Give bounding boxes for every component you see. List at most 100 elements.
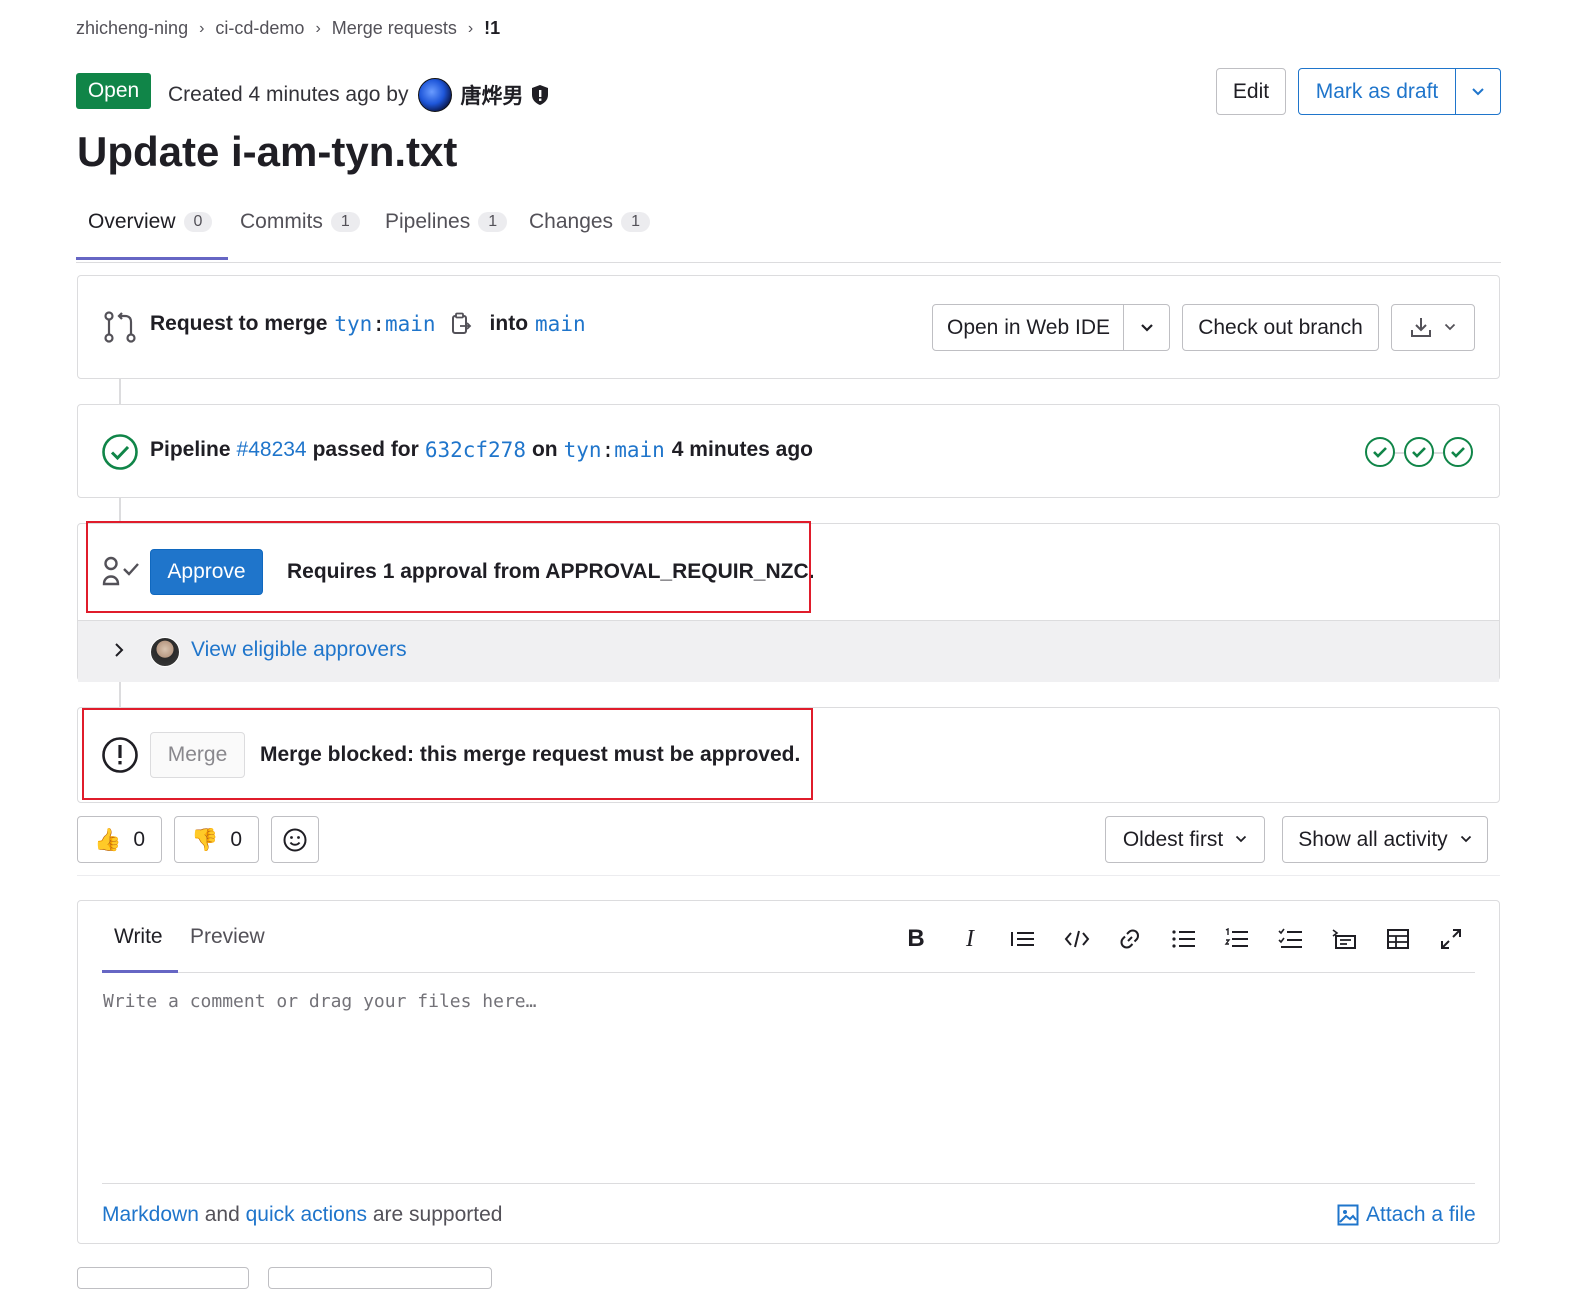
- fullscreen-icon[interactable]: [1437, 925, 1465, 953]
- tab-overview-count: 0: [183, 212, 213, 232]
- supported-text: are supported: [372, 1203, 503, 1226]
- open-web-ide-button[interactable]: Open in Web IDE: [932, 304, 1125, 351]
- status-success-icon[interactable]: [101, 433, 139, 471]
- chevron-right-icon[interactable]: [113, 642, 125, 658]
- add-reaction-button[interactable]: [271, 816, 319, 863]
- pipeline-branch-link[interactable]: main: [614, 438, 665, 462]
- mr-tabs: Overview 0 Commits 1 Pipelines 1 Changes…: [76, 200, 1501, 263]
- author-link[interactable]: 唐烨男: [460, 80, 523, 110]
- pipeline-stage-success-icon[interactable]: [1443, 437, 1473, 467]
- page-title: Update i-am-tyn.txt: [77, 128, 458, 175]
- breadcrumb-merge-requests[interactable]: Merge requests: [332, 18, 457, 39]
- table-icon[interactable]: [1384, 925, 1412, 953]
- commit-sha-link[interactable]: 632cf278: [425, 438, 526, 462]
- source-namespace-link[interactable]: tyn: [334, 312, 372, 336]
- pipeline-id-link[interactable]: #48234: [237, 438, 307, 462]
- tab-overview[interactable]: Overview 0: [88, 210, 213, 234]
- editor-footer-divider: [102, 1183, 1475, 1184]
- sort-dropdown-label: Oldest first: [1122, 827, 1224, 851]
- breadcrumb-project[interactable]: ci-cd-demo: [215, 18, 304, 39]
- tab-changes-label: Changes: [529, 210, 614, 233]
- quick-actions-link[interactable]: quick actions: [246, 1203, 367, 1226]
- activity-filter-label: Show all activity: [1298, 827, 1448, 851]
- bullet-list-icon[interactable]: [1170, 925, 1198, 953]
- attach-file-button[interactable]: Attach a file: [1337, 1203, 1476, 1227]
- close-merge-request-button[interactable]: [268, 1267, 492, 1289]
- markdown-link[interactable]: Markdown: [102, 1203, 199, 1226]
- tab-commits-count: 1: [330, 212, 360, 232]
- download-dropdown-button[interactable]: [1391, 304, 1475, 351]
- collapsible-section-icon[interactable]: [1330, 925, 1358, 953]
- view-eligible-approvers-link[interactable]: View eligible approvers: [191, 638, 407, 662]
- numbered-list-icon[interactable]: [1223, 925, 1251, 953]
- tab-commits[interactable]: Commits 1: [240, 210, 360, 234]
- pipeline-on: on: [531, 438, 558, 461]
- web-ide-dropdown-button[interactable]: [1123, 304, 1170, 351]
- attach-file-label: Attach a file: [1366, 1203, 1476, 1226]
- tab-pipelines-label: Pipelines: [385, 210, 471, 233]
- tab-write[interactable]: Write: [114, 925, 163, 949]
- thumbs-up-count: 0: [133, 827, 146, 851]
- chevron-down-icon: [1236, 835, 1247, 843]
- check-icon: [1373, 447, 1387, 458]
- thumbs-up-button[interactable]: 👍 0: [77, 816, 162, 863]
- merge-into: into: [489, 312, 529, 335]
- markdown-support-note: Markdown and quick actions are supported: [102, 1203, 502, 1227]
- italic-icon[interactable]: I: [956, 925, 984, 953]
- pipeline-label: Pipeline: [150, 438, 231, 461]
- chevron-right-icon: ›: [315, 19, 321, 37]
- chevron-down-icon: [1140, 323, 1153, 332]
- pipeline-passed-for: passed for: [312, 438, 419, 461]
- chevron-down-icon: [1444, 323, 1456, 331]
- widget-connector: [119, 497, 121, 524]
- shield-icon: [532, 85, 549, 105]
- target-branch-link[interactable]: main: [535, 312, 586, 336]
- active-tab-indicator: [76, 257, 228, 260]
- check-out-branch-button[interactable]: Check out branch: [1182, 304, 1379, 351]
- link-icon[interactable]: [1116, 925, 1144, 953]
- tab-preview[interactable]: Preview: [190, 925, 265, 949]
- chevron-right-icon: ›: [467, 19, 474, 37]
- mark-as-draft-button[interactable]: Mark as draft: [1298, 68, 1456, 115]
- chevron-right-icon: ›: [199, 19, 205, 37]
- approver-avatar[interactable]: [150, 637, 180, 667]
- download-icon: [1411, 317, 1431, 337]
- edit-button[interactable]: Edit: [1216, 68, 1286, 115]
- chevron-down-icon: [1472, 87, 1484, 95]
- comment-textarea[interactable]: Write a comment or drag your files here…: [103, 991, 536, 1012]
- tab-commits-label: Commits: [240, 210, 323, 233]
- breadcrumb: zhicheng-ning › ci-cd-demo › Merge reque…: [76, 18, 500, 39]
- pipeline-stage-success-icon[interactable]: [1365, 437, 1395, 467]
- comment-button[interactable]: [77, 1267, 249, 1289]
- bold-icon[interactable]: B: [902, 925, 930, 953]
- pipeline-time: 4 minutes ago: [671, 438, 813, 461]
- merge-request-icon: [104, 311, 136, 343]
- draft-dropdown-button[interactable]: [1455, 68, 1501, 115]
- tab-overview-label: Overview: [88, 210, 176, 233]
- status-badge: Open: [76, 73, 151, 109]
- copy-icon[interactable]: [450, 312, 472, 336]
- write-tab-indicator: [102, 970, 178, 973]
- breadcrumb-user[interactable]: zhicheng-ning: [76, 18, 188, 39]
- thumbs-down-count: 0: [230, 827, 243, 851]
- tab-changes[interactable]: Changes 1: [529, 210, 650, 234]
- pipeline-namespace-link[interactable]: tyn: [564, 438, 602, 462]
- image-icon: [1337, 1204, 1359, 1226]
- pipeline-status-text: Pipeline #48234 passed for 632cf278 on t…: [150, 438, 813, 462]
- pipeline-stage-success-icon[interactable]: [1404, 437, 1434, 467]
- avatar[interactable]: [418, 78, 453, 112]
- tab-pipelines[interactable]: Pipelines 1: [385, 210, 508, 234]
- source-branch-link[interactable]: main: [385, 312, 436, 336]
- thumbs-down-button[interactable]: 👎 0: [174, 816, 259, 863]
- quote-icon[interactable]: [1009, 925, 1037, 953]
- tab-pipelines-count: 1: [478, 212, 508, 232]
- task-list-icon[interactable]: [1277, 925, 1305, 953]
- code-icon[interactable]: [1063, 925, 1091, 953]
- chevron-down-icon: [1460, 835, 1471, 843]
- sort-dropdown[interactable]: Oldest first: [1105, 816, 1265, 863]
- merge-source-target: Request to merge tyn:main into main: [150, 312, 586, 336]
- widget-connector: [119, 378, 121, 405]
- activity-filter-dropdown[interactable]: Show all activity: [1282, 816, 1488, 863]
- breadcrumb-current[interactable]: !1: [484, 18, 500, 39]
- thumbs-up-icon: 👍: [93, 826, 122, 852]
